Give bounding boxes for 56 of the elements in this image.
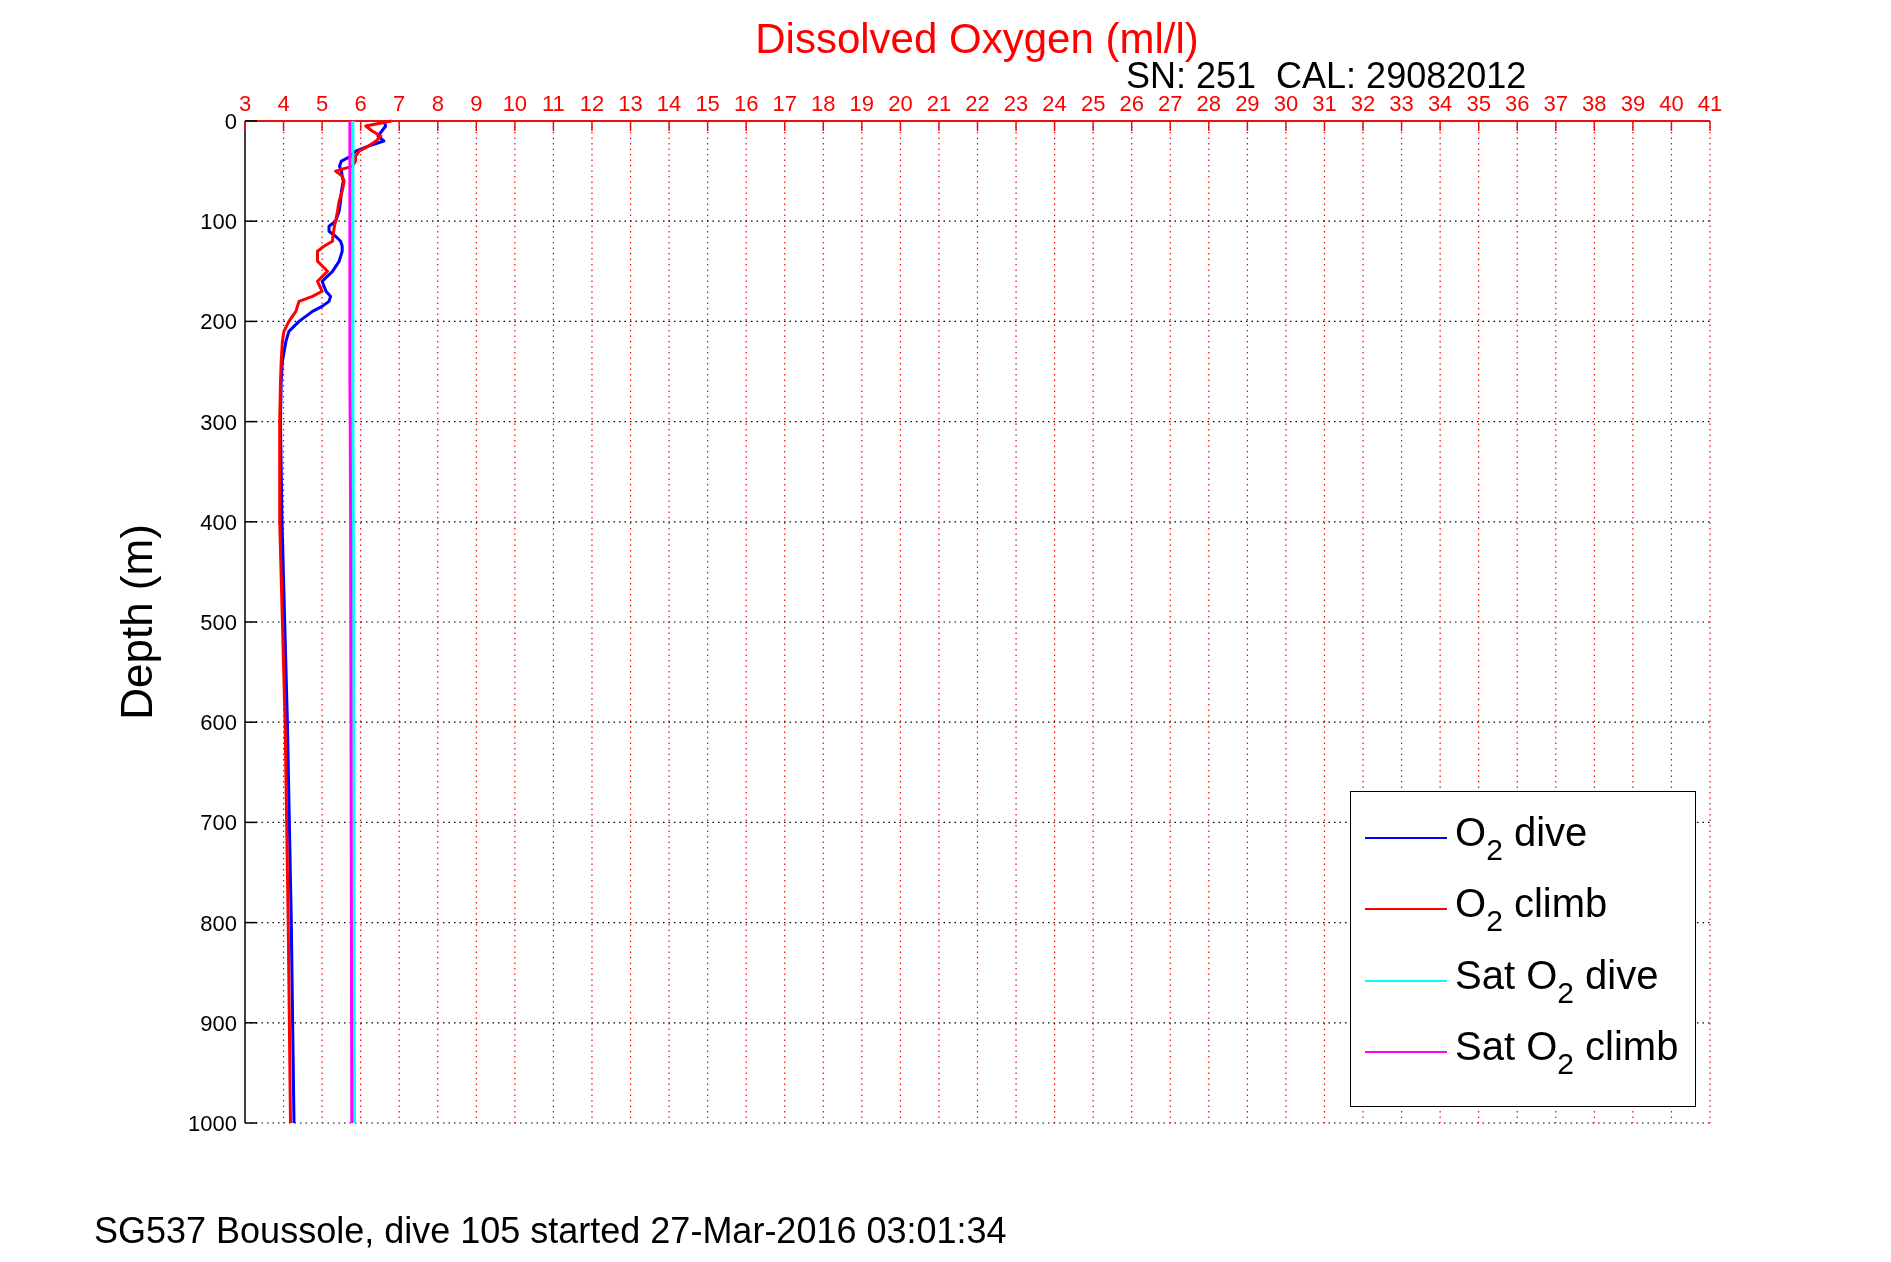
legend-label: O$_{2}$ climb [1455,881,1608,938]
axis-tick-label: 38 [1582,91,1607,116]
axis-tick-label: 40 [1659,91,1684,116]
axis-tick-label: 30 [1273,91,1299,116]
axis-tick-label: 27 [1158,91,1183,116]
axis-tick-label: 1000 [188,1111,237,1136]
axis-tick-label: 23 [1003,91,1029,116]
legend-label: Sat O$_{2}$ climb [1455,1024,1679,1081]
axis-tick-label: 20 [888,91,913,116]
axis-tick-label: 26 [1119,91,1144,116]
axis-tick-label: 13 [618,91,643,116]
axis-tick-label: 0 [224,109,237,134]
axis-tick-label: 800 [200,910,237,936]
axis-tick-label: 400 [200,509,237,535]
figure-caption: SG537 Boussole, dive 105 started 27-Mar-2016 03:01:34 [94,1210,1007,1251]
axis-tick-label: 35 [1466,91,1491,116]
axis-tick-label: 700 [200,810,237,836]
axis-tick-label: 24 [1042,91,1067,116]
axis-tick-label: 31 [1312,91,1337,116]
axis-tick-label: 10 [502,91,528,116]
axis-tick-label: 12 [579,91,605,116]
axis-tick-label: 21 [926,91,952,116]
legend-label: Sat O$_{2}$ dive [1455,952,1659,1009]
axis-title: Depth (m) [112,524,161,720]
legend-label: O$_{2}$ dive [1455,809,1588,866]
axis-tick-label: 900 [200,1010,237,1036]
axis-tick-label: 28 [1196,91,1222,116]
axis-tick-label: 25 [1080,91,1106,116]
axis-tick-label: 3 [238,91,252,116]
axis-tick-label: 32 [1350,91,1376,116]
axis-tick-label: 6 [354,91,367,116]
axis-tick-label: 16 [733,91,759,116]
axis-tick-label: 500 [200,610,237,635]
axis-tick-label: 19 [849,91,875,116]
axis-tick-label: 4 [277,91,290,116]
axis-tick-label: 36 [1505,91,1530,116]
axis-tick-label: 29 [1235,91,1260,116]
axis-tick-label: 600 [200,710,237,736]
axis-tick-label: 39 [1620,91,1646,116]
axis-tick-label: 8 [431,91,444,116]
axis-tick-label: 18 [811,91,836,116]
axis-tick-label: 14 [656,91,682,116]
axis-tick-label: 7 [393,91,406,116]
axis-tick-label: 37 [1543,91,1569,116]
axis-tick-label: 33 [1389,91,1414,116]
axis-tick-label: 9 [470,91,483,116]
axis-tick-label: 41 [1697,91,1723,116]
axis-tick-label: 22 [965,91,990,116]
axis-tick-label: 34 [1427,91,1453,116]
axis-tick-label: 100 [200,209,237,235]
axis-tick-label: 17 [772,91,797,116]
axis-tick-label: 5 [316,91,329,116]
axis-tick-label: 300 [200,409,237,435]
axis-tick-label: 200 [200,309,237,335]
axis-tick-label: 15 [695,91,720,116]
axis-tick-label: 11 [542,91,565,116]
